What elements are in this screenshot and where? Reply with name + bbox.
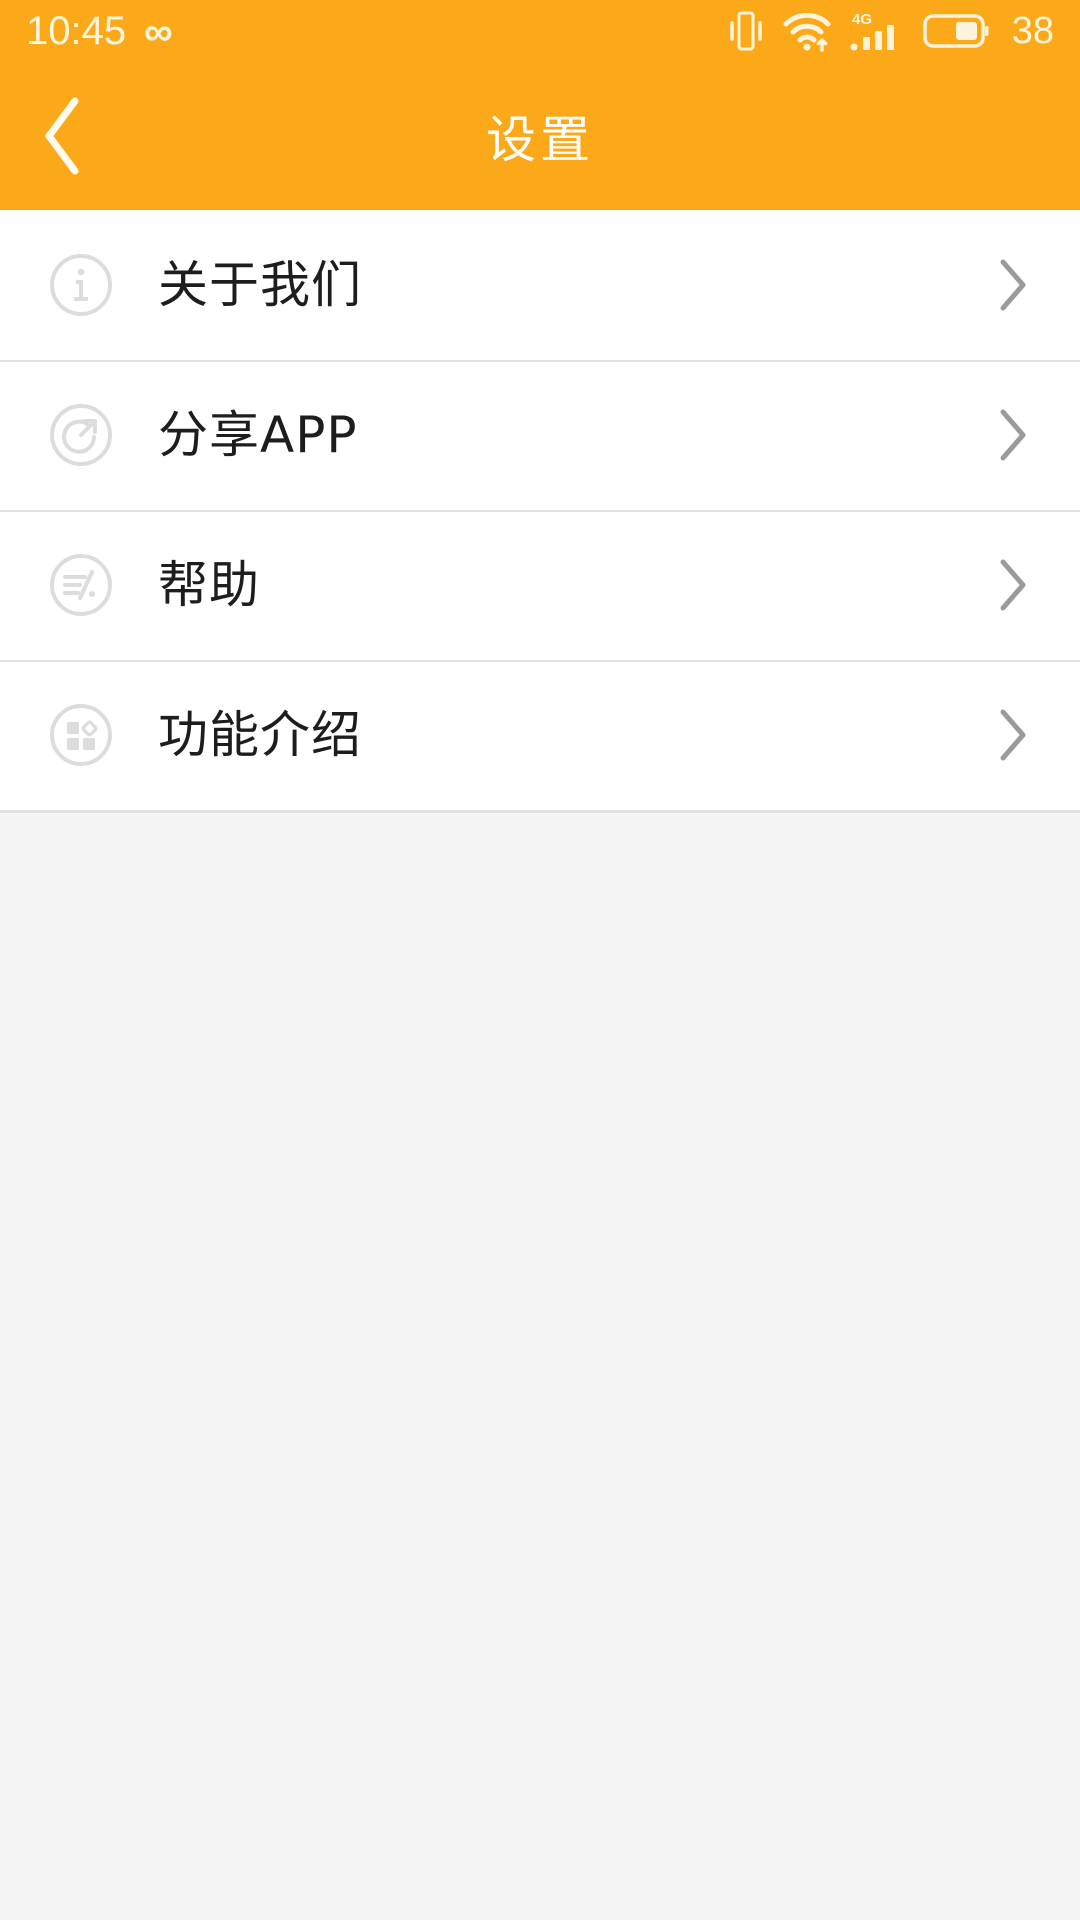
chevron-right-icon: [996, 707, 1030, 763]
wifi-icon: [783, 10, 831, 52]
page-title: 设置: [486, 111, 594, 169]
chevron-left-icon: [37, 93, 89, 179]
help-document-icon: [48, 552, 114, 618]
list-item-share-app[interactable]: 分享APP: [0, 360, 1080, 510]
grid-features-icon: [48, 702, 114, 768]
settings-screen: 10:45 ∞ 4G 38 设置 关于我们 分享APP 帮助 功能介绍: [0, 0, 1080, 1920]
vibrate-icon: [728, 10, 764, 52]
info-circle-icon: [48, 252, 114, 318]
battery-icon: [922, 12, 989, 50]
battery-percentage: 38: [1011, 10, 1054, 52]
list-item-label: 功能介绍: [158, 706, 362, 764]
share-circle-icon: [48, 402, 114, 468]
list-item-help[interactable]: 帮助: [0, 510, 1080, 660]
svg-text:4G: 4G: [852, 11, 872, 28]
infinity-icon: ∞: [144, 10, 173, 54]
empty-area: [0, 813, 1080, 1920]
status-bar-left: 10:45 ∞: [26, 9, 173, 54]
list-item-about-us[interactable]: 关于我们: [0, 210, 1080, 360]
list-item-label: 关于我们: [158, 256, 362, 314]
list-item-label: 分享APP: [158, 406, 358, 464]
chevron-right-icon: [996, 257, 1030, 313]
status-bar-clock: 10:45: [26, 9, 127, 53]
settings-list: 关于我们 分享APP 帮助 功能介绍: [0, 210, 1080, 813]
list-item-feature-intro[interactable]: 功能介绍: [0, 660, 1080, 810]
status-bar: 10:45 ∞ 4G 38: [0, 0, 1080, 62]
list-item-label: 帮助: [158, 556, 260, 614]
status-bar-right: 4G 38: [728, 9, 1054, 53]
back-button[interactable]: [8, 62, 118, 210]
chevron-right-icon: [996, 557, 1030, 613]
signal-4g-icon: 4G: [850, 9, 904, 53]
content-area: 关于我们 分享APP 帮助 功能介绍: [0, 210, 1080, 1920]
app-bar: 设置: [0, 62, 1080, 210]
chevron-right-icon: [996, 407, 1030, 463]
